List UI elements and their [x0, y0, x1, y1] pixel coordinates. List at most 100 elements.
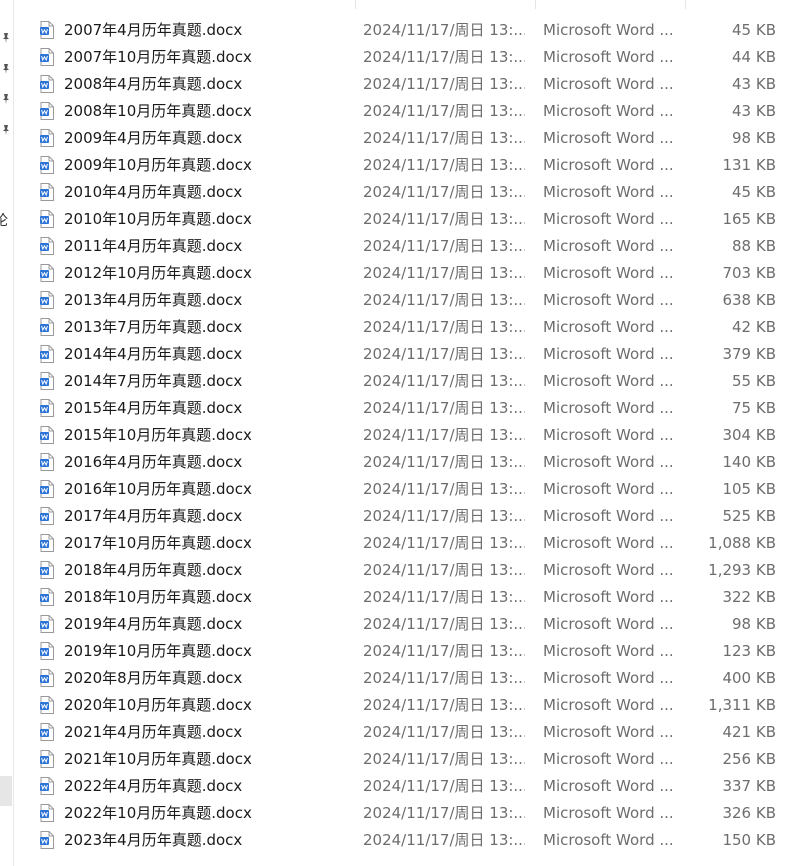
- file-name: 2013年7月历年真题.docx: [64, 318, 243, 336]
- file-row[interactable]: 2010年4月历年真题.docx 2024/11/17/周日 13:... Micr…: [0, 179, 785, 206]
- file-row[interactable]: 2016年4月历年真题.docx 2024/11/17/周日 13:... Micr…: [0, 449, 785, 476]
- file-row[interactable]: 2013年4月历年真题.docx 2024/11/17/周日 13:... Micr…: [0, 287, 785, 314]
- file-size: 337 KB: [722, 777, 776, 795]
- file-row[interactable]: 2019年4月历年真题.docx 2024/11/17/周日 13:... Micr…: [0, 611, 785, 638]
- file-size: 105 KB: [722, 480, 776, 498]
- file-row[interactable]: 2014年4月历年真题.docx 2024/11/17/周日 13:... Micr…: [0, 341, 785, 368]
- file-date-modified: 2024/11/17/周日 13:...: [363, 129, 525, 147]
- file-name: 2010年4月历年真题.docx: [64, 183, 243, 201]
- file-type: Microsoft Word ...: [543, 399, 674, 417]
- file-type: Microsoft Word ...: [543, 318, 674, 336]
- file-date-modified: 2024/11/17/周日 13:...: [363, 21, 525, 39]
- file-row[interactable]: 2023年4月历年真题.docx 2024/11/17/周日 13:... Micr…: [0, 827, 785, 854]
- file-row[interactable]: 2013年7月历年真题.docx 2024/11/17/周日 13:... Micr…: [0, 314, 785, 341]
- file-size: 256 KB: [722, 750, 776, 768]
- file-date-modified: 2024/11/17/周日 13:...: [363, 318, 525, 336]
- file-size: 123 KB: [722, 642, 776, 660]
- file-type: Microsoft Word ...: [543, 156, 674, 174]
- file-date-modified: 2024/11/17/周日 13:...: [363, 669, 525, 687]
- column-separator[interactable]: [685, 0, 686, 9]
- file-row[interactable]: 2020年8月历年真题.docx 2024/11/17/周日 13:... Micr…: [0, 665, 785, 692]
- file-row[interactable]: 2009年10月历年真题.docx 2024/11/17/周日 13:... Mic…: [0, 152, 785, 179]
- word-document-icon: [40, 831, 54, 849]
- file-date-modified: 2024/11/17/周日 13:...: [363, 264, 525, 282]
- file-size: 140 KB: [722, 453, 776, 471]
- file-date-modified: 2024/11/17/周日 13:...: [363, 75, 525, 93]
- word-document-icon: [40, 777, 54, 795]
- file-row[interactable]: 2010年10月历年真题.docx 2024/11/17/周日 13:... Mic…: [0, 206, 785, 233]
- file-row[interactable]: 2009年4月历年真题.docx 2024/11/17/周日 13:... Micr…: [0, 125, 785, 152]
- file-name: 2017年10月历年真题.docx: [64, 534, 252, 552]
- file-size: 43 KB: [732, 102, 776, 120]
- file-type: Microsoft Word ...: [543, 183, 674, 201]
- word-document-icon: [40, 426, 54, 444]
- file-row[interactable]: 2017年4月历年真题.docx 2024/11/17/周日 13:... Micr…: [0, 503, 785, 530]
- file-size: 45 KB: [732, 183, 776, 201]
- file-row[interactable]: 2016年10月历年真题.docx 2024/11/17/周日 13:... Mic…: [0, 476, 785, 503]
- file-row[interactable]: 2019年10月历年真题.docx 2024/11/17/周日 13:... Mic…: [0, 638, 785, 665]
- file-size: 42 KB: [732, 318, 776, 336]
- file-name: 2014年7月历年真题.docx: [64, 372, 243, 390]
- file-name: 2016年4月历年真题.docx: [64, 453, 243, 471]
- file-row[interactable]: 2022年10月历年真题.docx 2024/11/17/周日 13:... Mic…: [0, 800, 785, 827]
- file-row[interactable]: 2015年4月历年真题.docx 2024/11/17/周日 13:... Micr…: [0, 395, 785, 422]
- file-date-modified: 2024/11/17/周日 13:...: [363, 156, 525, 174]
- file-name: 2019年10月历年真题.docx: [64, 642, 252, 660]
- file-row[interactable]: 2021年4月历年真题.docx 2024/11/17/周日 13:... Micr…: [0, 719, 785, 746]
- file-type: Microsoft Word ...: [543, 723, 674, 741]
- file-name: 2009年10月历年真题.docx: [64, 156, 252, 174]
- file-row[interactable]: 2022年4月历年真题.docx 2024/11/17/周日 13:... Micr…: [0, 773, 785, 800]
- file-row[interactable]: 2007年10月历年真题.docx 2024/11/17/周日 13:... Mic…: [0, 44, 785, 71]
- file-type: Microsoft Word ...: [543, 669, 674, 687]
- file-name: 2007年10月历年真题.docx: [64, 48, 252, 66]
- word-document-icon: [40, 102, 54, 120]
- file-size: 304 KB: [722, 426, 776, 444]
- file-name: 2008年10月历年真题.docx: [64, 102, 252, 120]
- file-date-modified: 2024/11/17/周日 13:...: [363, 183, 525, 201]
- column-separator[interactable]: [535, 0, 536, 9]
- file-type: Microsoft Word ...: [543, 642, 674, 660]
- file-type: Microsoft Word ...: [543, 264, 674, 282]
- file-type: Microsoft Word ...: [543, 615, 674, 633]
- file-row[interactable]: 2014年7月历年真题.docx 2024/11/17/周日 13:... Micr…: [0, 368, 785, 395]
- file-type: Microsoft Word ...: [543, 507, 674, 525]
- file-row[interactable]: 2017年10月历年真题.docx 2024/11/17/周日 13:... Mic…: [0, 530, 785, 557]
- file-row[interactable]: 2008年10月历年真题.docx 2024/11/17/周日 13:... Mic…: [0, 98, 785, 125]
- file-name: 2021年10月历年真题.docx: [64, 750, 252, 768]
- file-type: Microsoft Word ...: [543, 426, 674, 444]
- file-row[interactable]: 2021年10月历年真题.docx 2024/11/17/周日 13:... Mic…: [0, 746, 785, 773]
- file-size: 150 KB: [722, 831, 776, 849]
- word-document-icon: [40, 372, 54, 390]
- file-type: Microsoft Word ...: [543, 21, 674, 39]
- file-date-modified: 2024/11/17/周日 13:...: [363, 723, 525, 741]
- file-type: Microsoft Word ...: [543, 210, 674, 228]
- file-date-modified: 2024/11/17/周日 13:...: [363, 831, 525, 849]
- file-row[interactable]: 2007年4月历年真题.docx 2024/11/17/周日 13:... Micr…: [0, 17, 785, 44]
- file-date-modified: 2024/11/17/周日 13:...: [363, 507, 525, 525]
- file-size: 703 KB: [722, 264, 776, 282]
- file-date-modified: 2024/11/17/周日 13:...: [363, 804, 525, 822]
- word-document-icon: [40, 156, 54, 174]
- file-row[interactable]: 2008年4月历年真题.docx 2024/11/17/周日 13:... Micr…: [0, 71, 785, 98]
- word-document-icon: [40, 129, 54, 147]
- word-document-icon: [40, 669, 54, 687]
- file-row[interactable]: 2015年10月历年真题.docx 2024/11/17/周日 13:... Mic…: [0, 422, 785, 449]
- file-list: 2007年4月历年真题.docx 2024/11/17/周日 13:... Micr…: [0, 17, 785, 854]
- file-row[interactable]: 2012年10月历年真题.docx 2024/11/17/周日 13:... Mic…: [0, 260, 785, 287]
- file-row[interactable]: 2018年10月历年真题.docx 2024/11/17/周日 13:... Mic…: [0, 584, 785, 611]
- file-name: 2009年4月历年真题.docx: [64, 129, 243, 147]
- file-size: 1,311 KB: [708, 696, 776, 714]
- column-separator[interactable]: [355, 0, 356, 9]
- file-row[interactable]: 2020年10月历年真题.docx 2024/11/17/周日 13:... Mic…: [0, 692, 785, 719]
- file-size: 165 KB: [722, 210, 776, 228]
- file-name: 2020年10月历年真题.docx: [64, 696, 252, 714]
- file-size: 322 KB: [722, 588, 776, 606]
- file-size: 75 KB: [732, 399, 776, 417]
- file-type: Microsoft Word ...: [543, 291, 674, 309]
- word-document-icon: [40, 750, 54, 768]
- file-row[interactable]: 2018年4月历年真题.docx 2024/11/17/周日 13:... Micr…: [0, 557, 785, 584]
- word-document-icon: [40, 534, 54, 552]
- file-row[interactable]: 2011年4月历年真题.docx 2024/11/17/周日 13:... Micr…: [0, 233, 785, 260]
- file-type: Microsoft Word ...: [543, 831, 674, 849]
- file-name: 2015年4月历年真题.docx: [64, 399, 243, 417]
